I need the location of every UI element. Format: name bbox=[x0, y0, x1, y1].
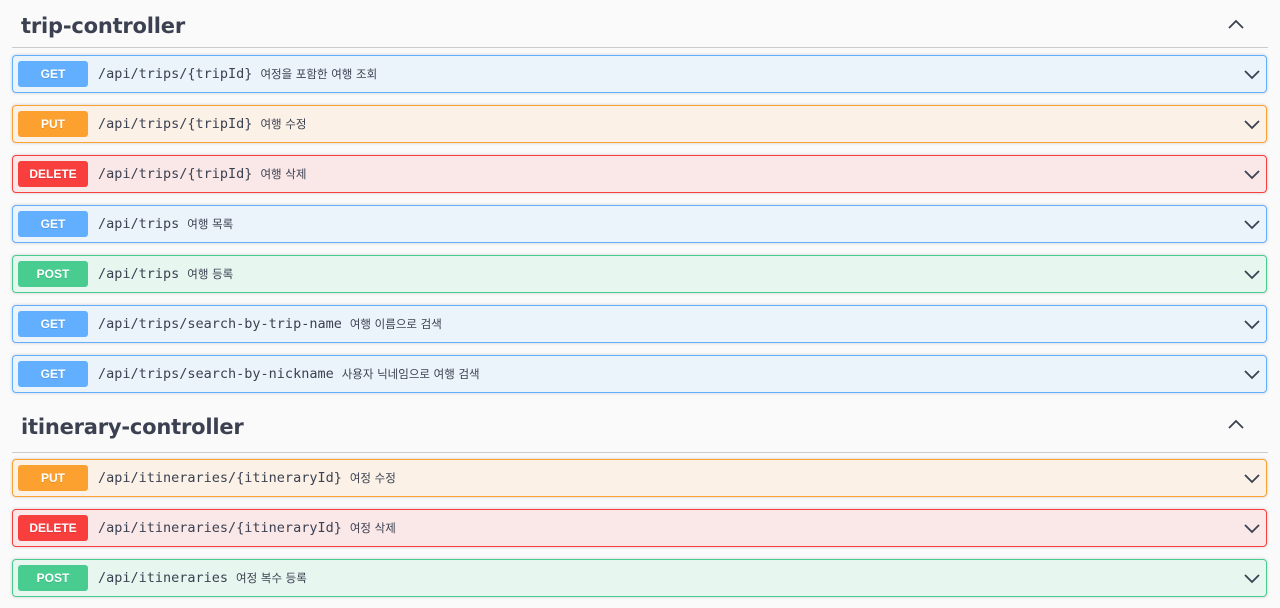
operation-summary: 여행 삭제 bbox=[260, 167, 307, 181]
chevron-down-icon[interactable] bbox=[1242, 115, 1262, 135]
operation-path: /api/trips/{tripId} bbox=[98, 66, 253, 82]
operation-search-by-trip-name[interactable]: GET /api/trips/search-by-trip-name 여행 이름… bbox=[12, 305, 1267, 343]
section-title: trip-controller bbox=[21, 14, 185, 38]
method-badge: GET bbox=[18, 361, 88, 387]
chevron-down-icon[interactable] bbox=[1242, 265, 1262, 285]
operation-path: /api/trips/search-by-trip-name bbox=[98, 316, 342, 332]
operation-summary: 여행 등록 bbox=[187, 267, 234, 281]
operation-post-itineraries[interactable]: POST /api/itineraries 여정 복수 등록 bbox=[12, 559, 1267, 597]
method-badge: GET bbox=[18, 311, 88, 337]
operation-summary: 여행 수정 bbox=[260, 117, 307, 131]
chevron-down-icon[interactable] bbox=[1242, 165, 1262, 185]
section-trip-controller: trip-controller GET /api/trips/{tripId} … bbox=[0, 0, 1280, 393]
operation-put-trip[interactable]: PUT /api/trips/{tripId} 여행 수정 bbox=[12, 105, 1267, 143]
chevron-down-icon[interactable] bbox=[1242, 65, 1262, 85]
method-badge: DELETE bbox=[18, 515, 88, 541]
section-header[interactable]: itinerary-controller bbox=[12, 402, 1268, 453]
operation-path: /api/itineraries/{itineraryId} bbox=[98, 470, 342, 486]
operation-summary: 여정 복수 등록 bbox=[236, 571, 307, 585]
chevron-down-icon[interactable] bbox=[1242, 569, 1262, 589]
chevron-down-icon[interactable] bbox=[1242, 519, 1262, 539]
method-badge: GET bbox=[18, 211, 88, 237]
operation-summary: 여행 목록 bbox=[187, 217, 234, 231]
chevron-down-icon[interactable] bbox=[1242, 365, 1262, 385]
section-itinerary-controller: itinerary-controller PUT /api/itinerarie… bbox=[0, 402, 1280, 597]
section-header[interactable]: trip-controller bbox=[12, 0, 1268, 48]
chevron-down-icon[interactable] bbox=[1242, 315, 1262, 335]
operation-get-trip[interactable]: GET /api/trips/{tripId} 여정을 포함한 여행 조회 bbox=[12, 55, 1267, 93]
operation-put-itinerary[interactable]: PUT /api/itineraries/{itineraryId} 여정 수정 bbox=[12, 459, 1267, 497]
operation-delete-trip[interactable]: DELETE /api/trips/{tripId} 여행 삭제 bbox=[12, 155, 1267, 193]
operation-summary: 여행 이름으로 검색 bbox=[349, 317, 442, 331]
method-badge: POST bbox=[18, 261, 88, 287]
method-badge: POST bbox=[18, 565, 88, 591]
operation-get-trips[interactable]: GET /api/trips 여행 목록 bbox=[12, 205, 1267, 243]
operation-path: /api/itineraries/{itineraryId} bbox=[98, 520, 342, 536]
method-badge: DELETE bbox=[18, 161, 88, 187]
section-title: itinerary-controller bbox=[21, 415, 244, 439]
operation-post-trips[interactable]: POST /api/trips 여행 등록 bbox=[12, 255, 1267, 293]
operation-path: /api/trips bbox=[98, 266, 180, 282]
operation-delete-itinerary[interactable]: DELETE /api/itineraries/{itineraryId} 여정… bbox=[12, 509, 1267, 547]
operation-path: /api/trips/search-by-nickname bbox=[98, 366, 334, 382]
operation-search-by-nickname[interactable]: GET /api/trips/search-by-nickname 사용자 닉네… bbox=[12, 355, 1267, 393]
operation-summary: 여정 삭제 bbox=[349, 521, 396, 535]
chevron-down-icon[interactable] bbox=[1242, 215, 1262, 235]
method-badge: GET bbox=[18, 61, 88, 87]
chevron-down-icon[interactable] bbox=[1242, 469, 1262, 489]
method-badge: PUT bbox=[18, 465, 88, 491]
operation-summary: 사용자 닉네임으로 여행 검색 bbox=[341, 367, 480, 381]
operation-path: /api/itineraries bbox=[98, 570, 229, 586]
operation-summary: 여정 수정 bbox=[349, 471, 396, 485]
operation-path: /api/trips/{tripId} bbox=[98, 166, 253, 182]
method-badge: PUT bbox=[18, 111, 88, 137]
operation-summary: 여정을 포함한 여행 조회 bbox=[260, 67, 378, 81]
operation-path: /api/trips bbox=[98, 216, 180, 232]
operation-path: /api/trips/{tripId} bbox=[98, 116, 253, 132]
chevron-up-icon[interactable] bbox=[1226, 14, 1246, 34]
chevron-up-icon[interactable] bbox=[1226, 414, 1246, 434]
